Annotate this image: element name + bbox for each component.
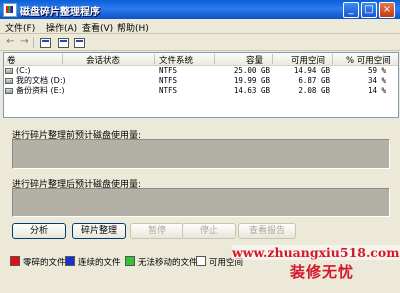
- column-divider[interactable]: [272, 54, 273, 64]
- column-filesystem[interactable]: 文件系统: [159, 54, 193, 66]
- legend-swatch: [196, 256, 206, 266]
- menu-bar: 文件(F) 操作(A) 查看(V) 帮助(H): [0, 19, 400, 34]
- volume-free: 2.08 GB: [298, 86, 330, 95]
- menu-view[interactable]: 查看(V): [82, 21, 113, 34]
- legend-label: 零碎的文件: [23, 258, 66, 268]
- volume-view-icon[interactable]: [40, 38, 51, 48]
- minimize-button[interactable]: _: [343, 2, 359, 18]
- legend-swatch: [65, 256, 75, 266]
- legend-swatch: [125, 256, 135, 266]
- pause-button[interactable]: 暂停: [130, 223, 184, 239]
- volume-name: 备份资料 (E:): [16, 86, 65, 95]
- volume-list[interactable]: 卷 会话状态 文件系统 容量 可用空间 % 可用空间 (C:) NTFS 25.…: [3, 52, 399, 118]
- help-icon[interactable]: [74, 38, 85, 48]
- defrag-app-icon: [3, 3, 17, 17]
- volume-row-c[interactable]: (C:) NTFS 25.00 GB 14.94 GB 59 %: [4, 66, 398, 76]
- volume-row-e[interactable]: 备份资料 (E:) NTFS 14.63 GB 2.08 GB 14 %: [4, 86, 398, 96]
- toolbar: ← →: [0, 34, 400, 51]
- drive-icon: [5, 78, 13, 84]
- column-divider[interactable]: [62, 54, 63, 64]
- stop-button[interactable]: 停止: [182, 223, 236, 239]
- properties-icon[interactable]: [58, 38, 69, 48]
- volume-free: 14.94 GB: [293, 66, 330, 75]
- column-divider[interactable]: [214, 54, 215, 64]
- volume-capacity: 14.63 GB: [233, 86, 270, 95]
- volume-name: (C:): [16, 66, 31, 75]
- defrag-button[interactable]: 碎片整理: [72, 223, 126, 239]
- volume-pct-free: 34 %: [367, 76, 386, 85]
- volume-row-d[interactable]: 我的文档 (D:) NTFS 19.99 GB 6.87 GB 34 %: [4, 76, 398, 86]
- legend-fragmented: 零碎的文件: [10, 256, 66, 268]
- defrag-window: 磁盘碎片整理程序 _ □ × 文件(F) 操作(A) 查看(V) 帮助(H) ←…: [0, 0, 400, 293]
- column-divider[interactable]: [154, 54, 155, 64]
- column-status[interactable]: 会话状态: [86, 54, 120, 66]
- volume-capacity: 19.99 GB: [233, 76, 270, 85]
- column-free[interactable]: 可用空间: [291, 54, 325, 66]
- menu-action[interactable]: 操作(A): [46, 21, 77, 34]
- toolbar-separator: [33, 37, 34, 48]
- volume-fs: NTFS: [159, 86, 178, 95]
- column-volume[interactable]: 卷: [7, 54, 16, 66]
- title-bar[interactable]: 磁盘碎片整理程序 _ □ ×: [0, 0, 400, 19]
- column-pct-free[interactable]: % 可用空间: [346, 54, 391, 66]
- view-report-button[interactable]: 查看报告: [238, 223, 296, 239]
- volume-pct-free: 59 %: [367, 66, 386, 75]
- window-title: 磁盘碎片整理程序: [20, 7, 100, 18]
- column-capacity[interactable]: 容量: [246, 54, 263, 66]
- legend-swatch: [10, 256, 20, 266]
- legend-contiguous: 连续的文件: [65, 256, 121, 268]
- analyze-button[interactable]: 分析: [12, 223, 66, 239]
- forward-icon[interactable]: →: [18, 36, 31, 48]
- menu-help[interactable]: 帮助(H): [117, 21, 149, 34]
- before-usage-display: [12, 139, 390, 169]
- drive-icon: [5, 68, 13, 74]
- volume-pct-free: 14 %: [367, 86, 386, 95]
- maximize-button[interactable]: □: [361, 2, 377, 18]
- volume-free: 6.87 GB: [298, 76, 330, 85]
- volume-name: 我的文档 (D:): [16, 76, 66, 85]
- volume-fs: NTFS: [159, 66, 178, 75]
- column-divider[interactable]: [332, 54, 333, 64]
- back-icon[interactable]: ←: [4, 36, 17, 48]
- watermark-url: www.zhuangxiu518.com: [232, 245, 400, 260]
- drive-icon: [5, 88, 13, 94]
- volume-fs: NTFS: [159, 76, 178, 85]
- legend-label: 连续的文件: [78, 258, 121, 268]
- legend-unmovable: 无法移动的文件: [125, 256, 198, 268]
- close-button[interactable]: ×: [379, 2, 395, 18]
- legend-label: 无法移动的文件: [138, 258, 198, 268]
- menu-file[interactable]: 文件(F): [5, 21, 35, 34]
- watermark-text: 装修无忧: [290, 263, 355, 281]
- volume-list-header: 卷 会话状态 文件系统 容量 可用空间 % 可用空间: [4, 53, 398, 66]
- volume-capacity: 25.00 GB: [233, 66, 270, 75]
- after-usage-display: [12, 188, 390, 217]
